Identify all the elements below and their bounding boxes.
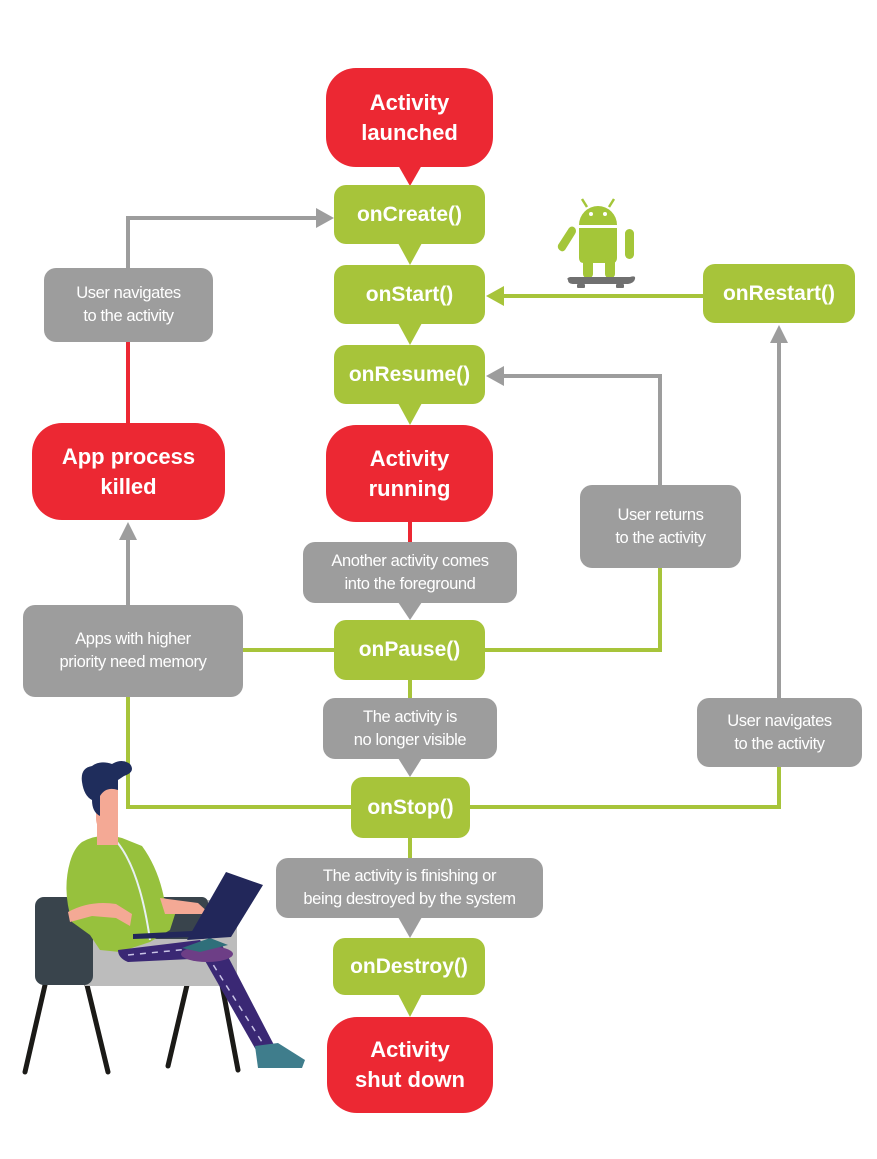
event-user-returns: User returns to the activity <box>580 485 741 568</box>
event-user-navigates-left: User navigates to the activity <box>44 268 213 342</box>
state-app-process-killed: App process killed <box>32 423 225 520</box>
event-another-activity-foreground: Another activity comes into the foregrou… <box>303 542 517 603</box>
event-finishing-or-destroyed: The activity is finishing or being destr… <box>276 858 543 918</box>
event-user-navigates-right: User navigates to the activity <box>697 698 862 767</box>
callback-onpause: onPause() <box>334 620 485 680</box>
callback-onrestart: onRestart() <box>703 264 855 323</box>
state-activity-launched: Activity launched <box>326 68 493 167</box>
event-higher-priority-memory: Apps with higher priority need memory <box>23 605 243 697</box>
callback-oncreate: onCreate() <box>334 185 485 244</box>
callback-ondestroy: onDestroy() <box>333 938 485 995</box>
callback-onstart: onStart() <box>334 265 485 324</box>
state-activity-running: Activity running <box>326 425 493 522</box>
event-no-longer-visible: The activity is no longer visible <box>323 698 497 759</box>
callback-onstop: onStop() <box>351 777 470 838</box>
state-activity-shut-down: Activity shut down <box>327 1017 493 1113</box>
callback-onresume: onResume() <box>334 345 485 404</box>
